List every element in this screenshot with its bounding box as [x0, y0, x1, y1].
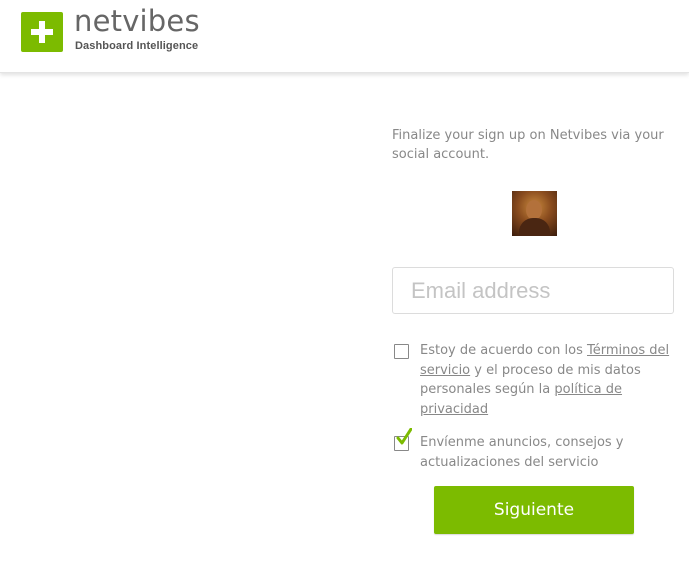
checkmark-icon [396, 428, 412, 445]
top-header: netvibes Dashboard Intelligence [0, 0, 689, 73]
terms-text-before: Estoy de acuerdo con los [420, 343, 587, 358]
next-button[interactable]: Siguiente [434, 486, 634, 534]
user-avatar [512, 191, 557, 236]
signup-intro-text: Finalize your sign up on Netvibes via yo… [392, 128, 664, 162]
newsletter-label: Envíenme anuncios, consejos y actualizac… [420, 435, 624, 470]
terms-label: Estoy de acuerdo con los Términos del se… [420, 341, 672, 419]
terms-checkbox[interactable] [394, 344, 409, 359]
email-field[interactable] [392, 267, 674, 314]
brand-name[interactable]: netvibes [74, 4, 200, 38]
netvibes-logo-icon[interactable] [21, 12, 63, 52]
brand-tagline: Dashboard Intelligence [75, 40, 199, 52]
